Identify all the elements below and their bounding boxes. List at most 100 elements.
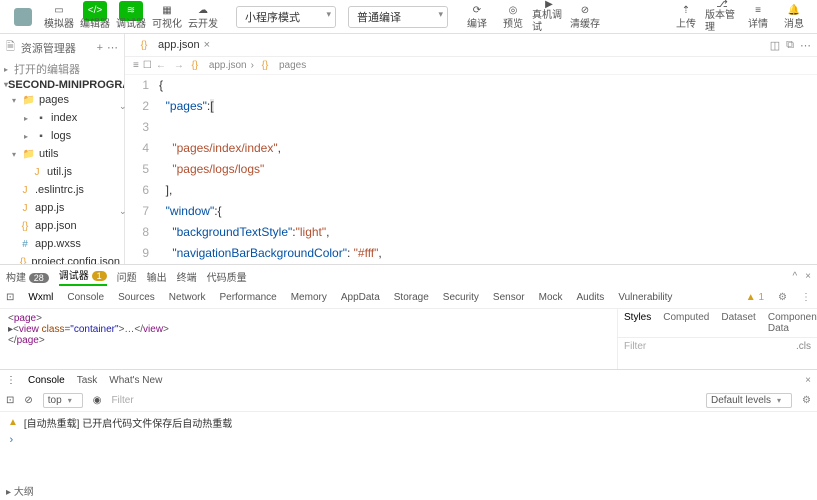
drawer-tab-console[interactable]: Console [28,375,65,386]
editor-area: {} app.json × ◫ ⧉ ⋯ ≡ ☐ ←→ {} app.json ›… [125,34,817,264]
styles-filter: Filter .cls [618,338,817,355]
console-gear-icon[interactable]: ⚙ [802,395,811,406]
close-icon[interactable]: × [204,39,210,51]
tab-terminal[interactable]: 终端 [177,269,197,284]
breadcrumb-symbol[interactable]: pages [279,60,306,71]
outline-section[interactable]: ▸ 大纲 [6,487,34,498]
split-icon[interactable]: ◫ [770,39,780,52]
tab-console[interactable]: Console [67,292,104,303]
clear-console-icon[interactable]: ⊘ [24,395,32,406]
tab-appjson[interactable]: {} app.json × [131,38,216,52]
tab-audits[interactable]: Audits [577,292,605,303]
editor-more-icon[interactable]: ⋯ [800,39,811,52]
file-tree: ▾📁pages ▸▪index ▸▪logs ▾📁utils Jutil.js … [0,91,124,264]
drawer-tab-task[interactable]: Task [77,375,98,386]
tab-storage[interactable]: Storage [394,292,429,303]
real-device-button[interactable]: ▶真机调试 [532,0,566,34]
clear-cache-button[interactable]: ⊘清缓存 [568,0,602,34]
code-lines[interactable]: { "pages":[ "pages/index/index", "pages/… [159,75,817,264]
simulator-button[interactable]: ▭模拟器 [42,0,76,34]
tab-mock[interactable]: Mock [539,292,563,303]
tab-dataset[interactable]: Dataset [715,309,761,337]
tab-debugger[interactable]: 调试器 1 [59,267,107,286]
avatar[interactable] [6,0,40,34]
tab-appdata[interactable]: AppData [341,292,380,303]
tab-computed[interactable]: Computed [657,309,715,337]
gear-icon[interactable]: ⚙ [778,292,787,303]
levels-select[interactable]: Default levels [706,393,792,408]
cloud-dev-button[interactable]: ☁云开发 [186,0,220,34]
editor-button[interactable]: </>编辑器 [78,0,112,34]
copy-icon[interactable]: ⧉ [786,39,794,52]
console-text: [自动热重载] 已开启代码文件保存后自动热重载 [24,415,232,430]
drawer-close-icon[interactable]: × [805,375,811,386]
file-projectconfig[interactable]: {}project.config.json [0,253,124,264]
tab-output[interactable]: 输出 [147,269,167,284]
tab-compdata[interactable]: Component Data [762,309,817,337]
file-utiljs[interactable]: Jutil.js [0,163,124,181]
console-prompt[interactable]: › [0,433,817,449]
styles-filter-input[interactable]: Filter [624,341,646,352]
more-icon[interactable]: ⋯ [107,41,118,54]
folder-utils[interactable]: ▾📁utils [0,145,124,163]
new-file-icon[interactable]: + [97,42,103,54]
debugger-button[interactable]: ≋调试器 [114,0,148,34]
tab-problems[interactable]: 问题 [117,269,137,284]
folder-logs[interactable]: ▸▪logs [0,127,124,145]
folder-pages[interactable]: ▾📁pages [0,91,124,109]
preview-button[interactable]: ◎预览 [496,0,530,34]
project-root[interactable]: ▾SECOND-MINIPROGRAM [0,78,124,92]
eye-icon[interactable]: ◉ [93,395,102,406]
json-icon: {} [137,38,151,52]
code-editor[interactable]: 1 ⌄2 3 4 5 6 ⌄7 8 9 { "pages":[ "pages/i… [125,75,817,264]
breadcrumb-file[interactable]: app.json [209,60,247,71]
compile-dropdown[interactable]: 普通编译 [348,6,448,28]
drawer-tab-whatsnew[interactable]: What's New [109,375,162,386]
list-icon[interactable]: ≡ [133,60,139,71]
maximize-icon[interactable]: ^ [792,271,797,282]
scope-select[interactable]: top [43,393,83,408]
version-mgmt-button[interactable]: ⎇版本管理 [705,0,739,34]
json-icon: {} [258,59,272,73]
messages-button[interactable]: 🔔消息 [777,0,811,34]
file-appjson[interactable]: {}app.json [0,217,124,235]
tab-security[interactable]: Security [443,292,479,303]
file-eslint[interactable]: J.eslintrc.js [0,181,124,199]
tab-sensor[interactable]: Sensor [493,292,525,303]
cls-toggle[interactable]: .cls [796,341,811,352]
tab-memory[interactable]: Memory [291,292,327,303]
tab-performance[interactable]: Performance [219,292,276,303]
dom-tree[interactable]: <page> ▸<view class="container">…</view>… [0,309,617,369]
styles-pane: Styles Computed Dataset Component Data F… [617,309,817,369]
tab-build[interactable]: 构建 28 [6,269,49,284]
console-filter-input[interactable]: Filter [111,395,696,406]
back-icon[interactable]: ← [156,60,166,71]
warning-badge[interactable]: ▲ 1 [746,292,764,303]
bottom-panel: 构建 28 调试器 1 问题 输出 终端 代码质量 ^ × ⊡ Wxml Con… [0,264,817,449]
folder-index[interactable]: ▸▪index [0,109,124,127]
upload-button[interactable]: ⇡上传 [669,0,703,34]
bookmark-icon[interactable]: ☐ [143,60,152,71]
tab-quality[interactable]: 代码质量 [207,269,247,284]
opened-editors-section[interactable]: ▸打开的编辑器 [0,61,124,78]
forward-icon[interactable]: → [174,60,184,71]
tab-network[interactable]: Network [169,292,206,303]
inspect-icon[interactable]: ⊡ [6,292,14,303]
files-icon[interactable]: 🗎 [6,38,15,57]
inspect-element-icon[interactable]: ⊡ [6,395,14,406]
file-appjs[interactable]: Japp.js [0,199,124,217]
panel-close-icon[interactable]: × [805,271,811,282]
styles-tabs: Styles Computed Dataset Component Data [618,309,817,338]
tab-vulnerability[interactable]: Vulnerability [618,292,672,303]
visualize-button[interactable]: ▦可视化 [150,0,184,34]
tab-styles[interactable]: Styles [618,309,657,337]
devtools-more-icon[interactable]: ⋮ [801,292,811,303]
mode-dropdown[interactable]: 小程序模式 [236,6,336,28]
explorer-header: 🗎 资源管理器 + ⋯ [0,34,124,61]
compile-button[interactable]: ⟳编译 [460,0,494,34]
drawer-more-icon[interactable]: ⋮ [6,375,16,386]
details-button[interactable]: ≡详情 [741,0,775,34]
tab-wxml[interactable]: Wxml [28,292,53,303]
tab-sources[interactable]: Sources [118,292,155,303]
file-appwxss[interactable]: #app.wxss [0,235,124,253]
